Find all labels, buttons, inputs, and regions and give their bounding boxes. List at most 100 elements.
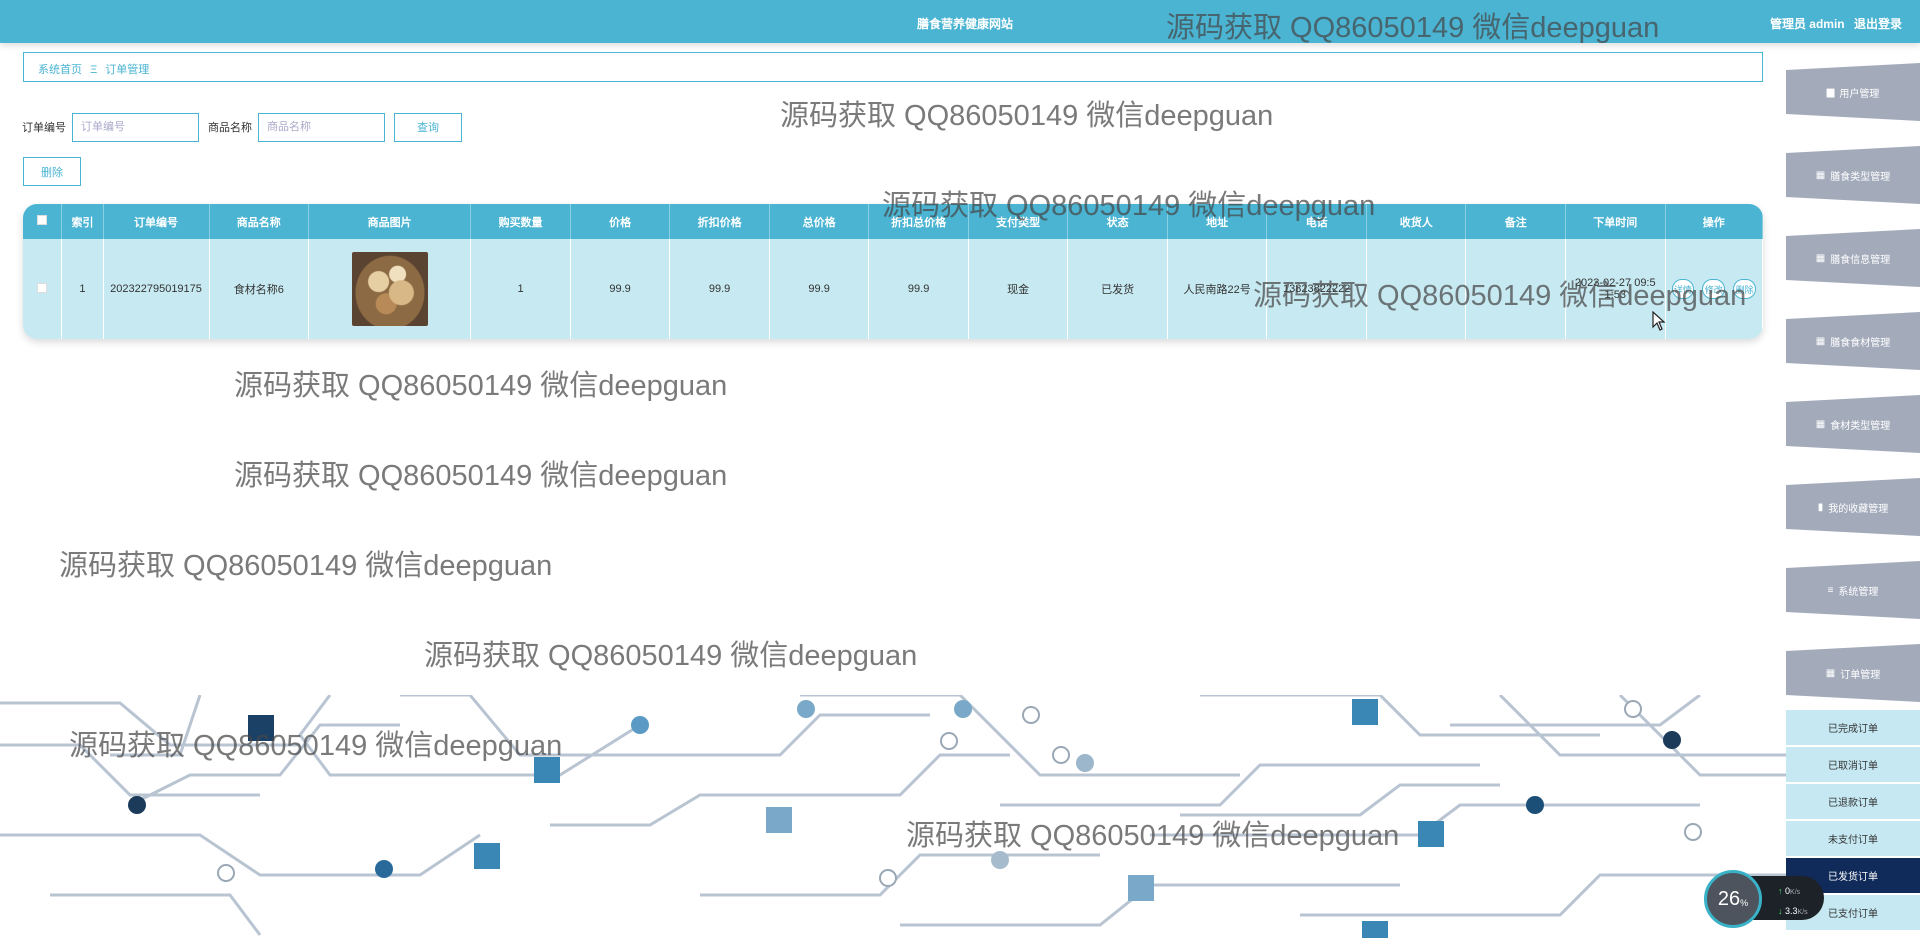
cell-discount-total: 99.9 <box>868 239 969 339</box>
sidebar-item-label: 膳食食材管理 <box>1830 337 1891 349</box>
breadcrumb: 系统首页 Ξ 订单管理 <box>23 52 1763 82</box>
select-all-checkbox[interactable] <box>23 204 63 239</box>
user-name: 管理员 admin <box>1769 17 1845 31</box>
delete-button[interactable]: 删除 <box>23 157 81 186</box>
sidebar-item-label: 食材类型管理 <box>1830 420 1891 432</box>
sidebar-item-label: 系统管理 <box>1838 586 1879 598</box>
grid-icon: ▦ <box>1815 335 1826 347</box>
col-actions: 操作 <box>1665 204 1763 239</box>
usage-percent: 26 <box>1717 887 1741 910</box>
table-row: 1 202322795019175 食材名称6 1 99.9 99.9 99.9… <box>23 239 1763 339</box>
grid-icon: ▦ <box>1815 252 1826 264</box>
watermark: 源码获取 QQ86050149 微信deepguan <box>59 550 553 582</box>
orders-table: 索引 订单编号 商品名称 商品图片 购买数量 价格 折扣价格 总价格 折扣总价格… <box>23 204 1763 339</box>
user-area: 管理员 admin 退出登录 <box>1764 15 1902 32</box>
col-receiver: 收货人 <box>1366 204 1467 239</box>
col-index: 索引 <box>61 204 104 239</box>
cell-discount-price: 99.9 <box>669 239 770 339</box>
mouse-cursor-icon <box>1652 311 1666 331</box>
cell-product-name: 食材名称6 <box>209 239 310 339</box>
sub-item-cancelled[interactable]: 已取消订单 <box>1786 747 1920 783</box>
grid-icon: ▦ <box>1825 667 1836 679</box>
col-product-image: 商品图片 <box>308 204 472 239</box>
row-checkbox[interactable] <box>23 239 63 339</box>
search-bar: 订单编号 商品名称 查询 <box>22 112 462 142</box>
table-header-row: 索引 订单编号 商品名称 商品图片 购买数量 价格 折扣价格 总价格 折扣总价格… <box>23 204 1763 239</box>
order-no-label: 订单编号 <box>22 122 66 134</box>
col-discount-total: 折扣总价格 <box>868 204 969 239</box>
row-delete-button[interactable]: 删除 <box>1733 279 1756 299</box>
breadcrumb-current: 订单管理 <box>105 64 150 76</box>
col-quantity: 购买数量 <box>470 204 571 239</box>
site-title: 膳食营养健康网站 <box>916 17 1013 31</box>
sidebar-item-users[interactable]: ▆ 用户管理 <box>1786 63 1920 121</box>
product-name-input[interactable] <box>258 112 385 142</box>
cell-status: 已发货 <box>1067 239 1168 339</box>
col-total-price: 总价格 <box>769 204 870 239</box>
cell-remark <box>1465 239 1566 339</box>
sidebar-item-label: 订单管理 <box>1840 669 1881 681</box>
col-order-time: 下单时间 <box>1565 204 1666 239</box>
cell-receiver <box>1366 239 1467 339</box>
network-speed-widget: ↑ 0K/s ↓ 3.3K/s 26% <box>1704 870 1824 930</box>
cell-pay-type: 现金 <box>968 239 1069 339</box>
upload-unit: K/s <box>1790 889 1801 896</box>
download-unit: K/s <box>1797 909 1808 916</box>
cell-order-time: 2023-02-27 09:51:53 <box>1565 239 1666 339</box>
sidebar-item-orders[interactable]: ▦ 订单管理 <box>1786 644 1920 702</box>
logout-link[interactable]: 退出登录 <box>1854 17 1902 31</box>
breadcrumb-separator: Ξ <box>90 64 98 76</box>
watermark: 源码获取 QQ86050149 微信deepguan <box>234 460 728 492</box>
sidebar: ▆ 用户管理 ▦ 膳食类型管理 ▦ 膳食信息管理 ▦ 膳食食材管理 ▦ 食材类型… <box>1786 43 1920 938</box>
cell-quantity: 1 <box>470 239 571 339</box>
product-name-label: 商品名称 <box>208 122 252 134</box>
cell-actions: 详情 修改 删除 <box>1665 239 1763 339</box>
sidebar-item-system[interactable]: ≡ 系统管理 <box>1786 561 1920 619</box>
cell-price: 99.9 <box>570 239 671 339</box>
cell-address: 人民南路22号 <box>1167 239 1268 339</box>
grid-icon: ▦ <box>1815 169 1826 181</box>
col-price: 价格 <box>570 204 671 239</box>
sub-item-refunded[interactable]: 已退款订单 <box>1786 784 1920 820</box>
download-arrow-icon: ↓ <box>1778 906 1783 916</box>
usage-unit: % <box>1740 898 1749 908</box>
circuit-background <box>0 695 1786 938</box>
sidebar-item-label: 膳食信息管理 <box>1830 254 1891 266</box>
product-image[interactable] <box>351 252 428 326</box>
col-product-name: 商品名称 <box>209 204 310 239</box>
sub-item-unpaid[interactable]: 未支付订单 <box>1786 821 1920 857</box>
col-address: 地址 <box>1167 204 1268 239</box>
detail-button[interactable]: 详情 <box>1671 279 1695 299</box>
col-discount-price: 折扣价格 <box>669 204 770 239</box>
watermark: 源码获取 QQ86050149 微信deepguan <box>780 100 1274 132</box>
download-speed: 3.3 <box>1785 906 1798 916</box>
cell-total-price: 99.9 <box>769 239 870 339</box>
sidebar-item-label: 膳食类型管理 <box>1830 171 1891 183</box>
sub-item-completed[interactable]: 已完成订单 <box>1786 710 1920 746</box>
sidebar-item-favorites[interactable]: ▮ 我的收藏管理 <box>1786 478 1920 536</box>
cell-index: 1 <box>61 239 104 339</box>
menu-icon: ≡ <box>1827 584 1834 596</box>
cell-product-image <box>308 239 472 339</box>
cell-order-no: 202322795019175 <box>103 239 210 339</box>
sidebar-item-label: 用户管理 <box>1839 88 1880 100</box>
query-button[interactable]: 查询 <box>394 112 462 142</box>
order-no-input[interactable] <box>72 112 199 142</box>
edit-button[interactable]: 修改 <box>1702 279 1726 299</box>
user-icon: ▆ <box>1826 86 1835 98</box>
col-remark: 备注 <box>1465 204 1566 239</box>
sidebar-item-meal-ingredients[interactable]: ▦ 膳食食材管理 <box>1786 312 1920 370</box>
cell-phone: 13823822222 <box>1266 239 1367 339</box>
breadcrumb-home[interactable]: 系统首页 <box>38 64 82 76</box>
col-pay-type: 支付类型 <box>968 204 1069 239</box>
favorite-icon: ▮ <box>1817 501 1824 513</box>
sidebar-item-label: 我的收藏管理 <box>1828 503 1889 515</box>
grid-icon: ▦ <box>1815 418 1826 430</box>
watermark: 源码获取 QQ86050149 微信deepguan <box>234 370 728 402</box>
cpu-usage-dial[interactable]: 26% <box>1704 870 1762 928</box>
sidebar-item-ingredient-types[interactable]: ▦ 食材类型管理 <box>1786 395 1920 453</box>
upload-arrow-icon: ↑ <box>1778 886 1783 896</box>
sidebar-item-meal-types[interactable]: ▦ 膳食类型管理 <box>1786 146 1920 204</box>
watermark: 源码获取 QQ86050149 微信deepguan <box>424 640 918 672</box>
sidebar-item-meal-info[interactable]: ▦ 膳食信息管理 <box>1786 229 1920 287</box>
